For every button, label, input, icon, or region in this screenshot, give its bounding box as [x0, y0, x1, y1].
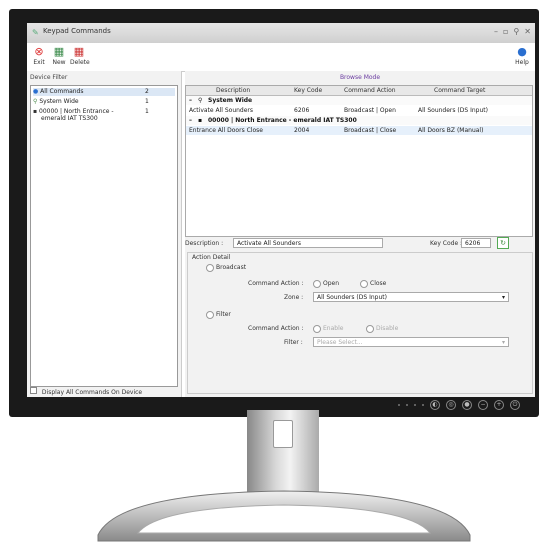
minimize-button[interactable]: – [494, 27, 498, 36]
minus-icon[interactable]: − [478, 400, 488, 410]
maximize-button[interactable]: ▫ [503, 27, 508, 36]
zone-label: Zone : [284, 294, 304, 301]
refresh-icon[interactable]: ↻ [497, 237, 509, 249]
sidebar-item-north-entrance[interactable]: ▪ 00000 | North Entrance - 1 emerald IAT… [33, 108, 175, 122]
sidebar-item-sublabel: emerald IAT TS300 [41, 115, 98, 122]
keycode-label: Key Code : [430, 240, 463, 247]
indicator-dot [414, 404, 416, 406]
auto-icon[interactable]: ◎ [446, 400, 456, 410]
menu-icon[interactable]: ● [462, 400, 472, 410]
sidebar-item-all-commands[interactable]: ● All Commands 2 [33, 88, 175, 96]
cable-slot [273, 420, 293, 448]
delete-button[interactable]: ▦ Delete [70, 45, 90, 66]
title-bar: ✎ Keypad Commands – ▫ ⚲ ✕ [27, 23, 535, 44]
window-title: Keypad Commands [43, 27, 111, 35]
new-icon: ▦ [53, 45, 65, 58]
checkbox-icon [30, 387, 37, 394]
col-description[interactable]: Description [216, 87, 250, 94]
sidebar-item-system-wide[interactable]: ⚲ System Wide 1 [33, 98, 175, 105]
chevron-down-icon: ▾ [501, 294, 505, 301]
display-all-checkbox[interactable]: Display All Commands On Device [30, 387, 142, 396]
command-action-label: Command Action : [248, 280, 304, 287]
zone-select[interactable]: All Sounders (DS Input) ▾ [313, 292, 509, 302]
col-command-action[interactable]: Command Action [344, 87, 396, 94]
monitor-frame: ✎ Keypad Commands – ▫ ⚲ ✕ ⊗ Exit ▦ New ▦… [9, 9, 539, 417]
input-icon[interactable]: ◐ [430, 400, 440, 410]
help-button[interactable]: ● Help [513, 45, 531, 66]
action-detail-group: Action Detail Broadcast Command Action :… [187, 252, 533, 394]
main-panel: Browse Mode Description Key Code Command… [185, 71, 535, 397]
exit-icon: ⊗ [34, 45, 44, 58]
filter-option-label: Filter [216, 311, 231, 318]
col-command-target[interactable]: Command Target [434, 87, 485, 94]
command-action2-label: Command Action : [248, 325, 304, 332]
filter-field-label: Filter : [284, 339, 303, 346]
indicator-dot [406, 404, 408, 406]
app-window: ✎ Keypad Commands – ▫ ⚲ ✕ ⊗ Exit ▦ New ▦… [27, 23, 535, 397]
collapse-icon[interactable]: – [189, 117, 192, 124]
app-icon: ✎ [32, 28, 39, 37]
search-button[interactable]: ⚲ [513, 27, 519, 36]
description-label: Description : [185, 240, 224, 247]
col-key-code[interactable]: Key Code [294, 87, 322, 94]
group-row-north-entrance[interactable]: – ▪ 00000 | North Entrance - emerald IAT… [186, 116, 532, 125]
filter-radio[interactable] [206, 311, 214, 319]
power-icon[interactable]: ⏻ [510, 400, 520, 410]
table-row[interactable]: Activate All Sounders 6206 Broadcast | O… [186, 106, 532, 115]
keypad-icon: ▪ [33, 108, 38, 115]
mode-label: Browse Mode [339, 74, 381, 81]
enable-radio[interactable] [313, 325, 321, 333]
new-button[interactable]: ▦ New [50, 45, 68, 66]
help-icon: ● [517, 45, 527, 58]
close-radio[interactable] [360, 280, 368, 288]
filter-select[interactable]: Please Select... ▾ [313, 337, 509, 347]
table-row[interactable]: Entrance All Doors Close 2004 Broadcast … [186, 126, 532, 135]
monitor-stand-base [97, 490, 471, 542]
toolbar: ⊗ Exit ▦ New ▦ Delete ● Help [27, 43, 535, 72]
network-icon: ⚲ [198, 97, 203, 104]
description-input[interactable]: Activate All Sounders [233, 238, 383, 248]
action-detail-legend: Action Detail [192, 254, 231, 261]
close-window-button[interactable]: ✕ [524, 27, 531, 36]
device-filter-header: Device Filter [30, 74, 68, 81]
globe-icon: ● [33, 88, 39, 95]
disable-label: Disable [376, 325, 399, 332]
keycode-input[interactable]: 6206 [461, 238, 491, 248]
chevron-down-icon: ▾ [501, 339, 505, 346]
indicator-dot [422, 404, 424, 406]
grid-header: Description Key Code Command Action Comm… [186, 86, 532, 96]
close-label: Close [370, 280, 387, 287]
collapse-icon[interactable]: – [189, 97, 192, 104]
open-radio[interactable] [313, 280, 321, 288]
broadcast-label: Broadcast [216, 264, 247, 271]
monitor-controls: ◐ ◎ ● − + ⏻ [398, 400, 520, 410]
group-row-system-wide[interactable]: – ⚲ System Wide [186, 96, 532, 105]
indicator-dot [398, 404, 400, 406]
disable-radio[interactable] [366, 325, 374, 333]
exit-button[interactable]: ⊗ Exit [30, 45, 48, 66]
device-filter-panel: Device Filter ● All Commands 2 ⚲ System … [27, 71, 182, 397]
delete-icon: ▦ [73, 45, 85, 58]
open-label: Open [323, 280, 340, 287]
enable-label: Enable [323, 325, 344, 332]
commands-grid: Description Key Code Command Action Comm… [185, 85, 533, 237]
network-icon: ⚲ [33, 98, 38, 105]
plus-icon[interactable]: + [494, 400, 504, 410]
device-filter-list: ● All Commands 2 ⚲ System Wide 1 ▪ 00000… [30, 85, 178, 387]
broadcast-radio[interactable] [206, 264, 214, 272]
keypad-icon: ▪ [198, 117, 203, 124]
